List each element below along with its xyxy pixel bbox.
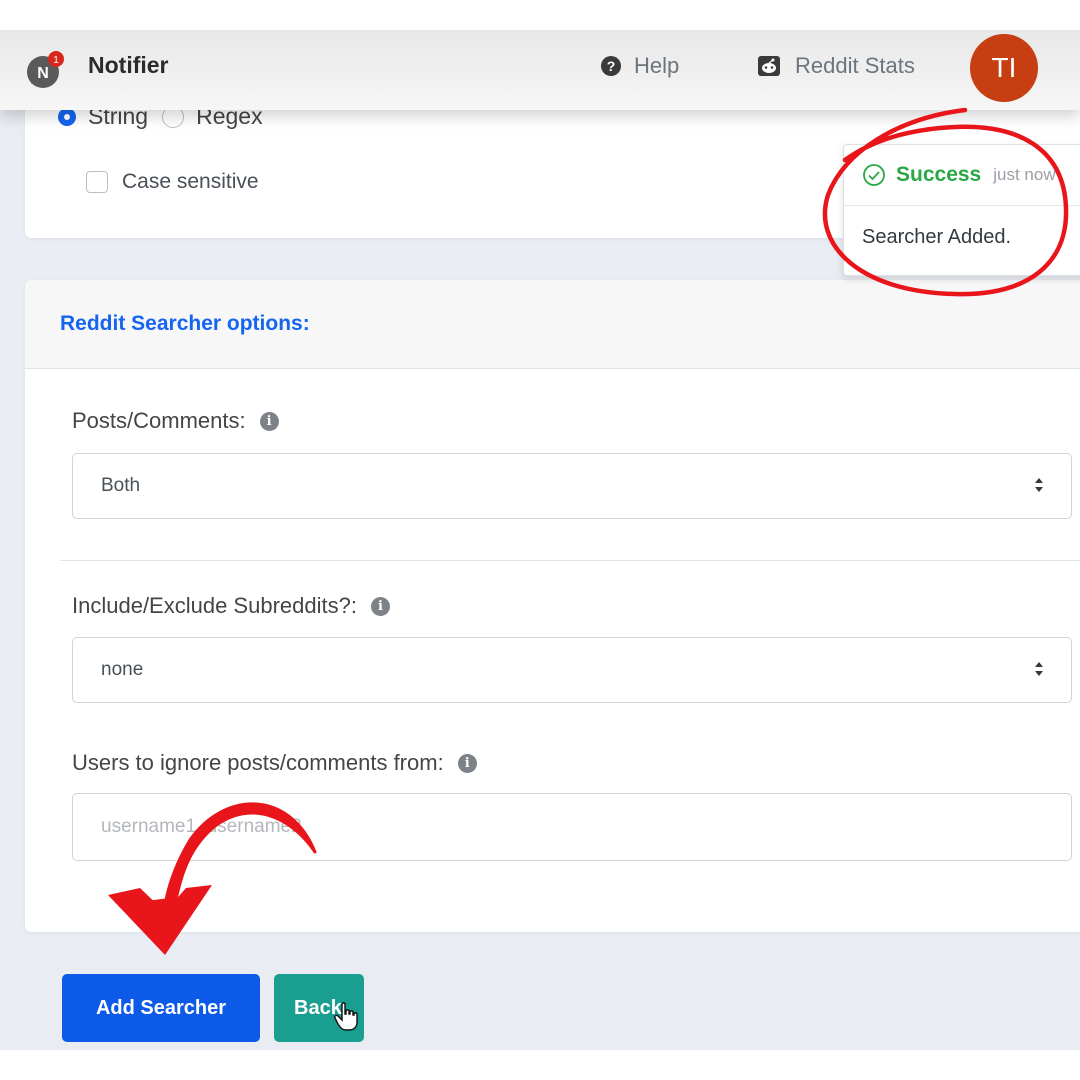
ignore-users-label: Users to ignore posts/comments from: i bbox=[72, 750, 477, 776]
posts-comments-label: Posts/Comments: i bbox=[72, 408, 279, 434]
check-circle-icon bbox=[863, 164, 885, 186]
navbar: N 1 Notifier ? Help Reddit Stats TI bbox=[0, 30, 1080, 110]
add-searcher-button[interactable]: Add Searcher bbox=[62, 974, 260, 1042]
toast-header: Success just now bbox=[844, 145, 1080, 206]
radio-string[interactable] bbox=[58, 107, 76, 126]
reddit-icon bbox=[758, 56, 780, 76]
success-toast: Success just now Searcher Added. bbox=[843, 144, 1080, 276]
subreddits-label: Include/Exclude Subreddits?: i bbox=[72, 593, 390, 619]
select-arrows-icon bbox=[1035, 478, 1043, 492]
ignore-users-input[interactable]: username1, username2 bbox=[72, 793, 1072, 861]
subreddits-select[interactable]: none bbox=[72, 637, 1072, 703]
posts-comments-label-text: Posts/Comments: bbox=[72, 408, 246, 433]
user-avatar[interactable]: TI bbox=[970, 34, 1038, 102]
app-viewport: N 1 Notifier ? Help Reddit Stats TI Stri… bbox=[0, 30, 1080, 1050]
brand-name[interactable]: Notifier bbox=[88, 52, 169, 79]
info-icon[interactable]: i bbox=[259, 411, 279, 431]
subreddits-label-text: Include/Exclude Subreddits?: bbox=[72, 593, 357, 618]
nav-help-label: Help bbox=[634, 53, 680, 78]
toast-message: Searcher Added. bbox=[862, 226, 1011, 248]
notifier-logo-icon[interactable]: N 1 bbox=[25, 50, 65, 90]
reddit-searcher-options-card: Reddit Searcher options: Posts/Comments:… bbox=[25, 280, 1080, 932]
nav-reddit-stats-link[interactable]: Reddit Stats bbox=[757, 53, 915, 79]
case-sensitive-label: Case sensitive bbox=[122, 170, 259, 193]
logo-letter: N bbox=[37, 65, 49, 82]
ignore-users-placeholder: username1, username2 bbox=[101, 816, 302, 837]
nav-reddit-stats-label: Reddit Stats bbox=[795, 53, 915, 78]
svg-text:?: ? bbox=[607, 58, 616, 74]
toast-title: Success bbox=[896, 163, 982, 186]
toast-time: just now bbox=[993, 165, 1056, 184]
ignore-users-label-text: Users to ignore posts/comments from: bbox=[72, 750, 444, 775]
info-icon[interactable]: i bbox=[457, 753, 477, 773]
case-sensitive-option: Case sensitive bbox=[86, 170, 259, 194]
posts-comments-select[interactable]: Both bbox=[72, 453, 1072, 519]
nav-help-link[interactable]: ? Help bbox=[600, 53, 679, 79]
subreddits-value: none bbox=[101, 659, 144, 680]
card-header: Reddit Searcher options: bbox=[25, 280, 1080, 369]
info-icon[interactable]: i bbox=[370, 596, 390, 616]
notification-badge: 1 bbox=[53, 55, 59, 66]
question-circle-icon: ? bbox=[601, 56, 621, 76]
case-sensitive-checkbox[interactable] bbox=[86, 171, 108, 193]
hand-cursor-icon bbox=[334, 1002, 358, 1031]
posts-comments-value: Both bbox=[101, 475, 141, 496]
select-arrows-icon bbox=[1035, 662, 1043, 676]
section-divider bbox=[60, 560, 1080, 561]
